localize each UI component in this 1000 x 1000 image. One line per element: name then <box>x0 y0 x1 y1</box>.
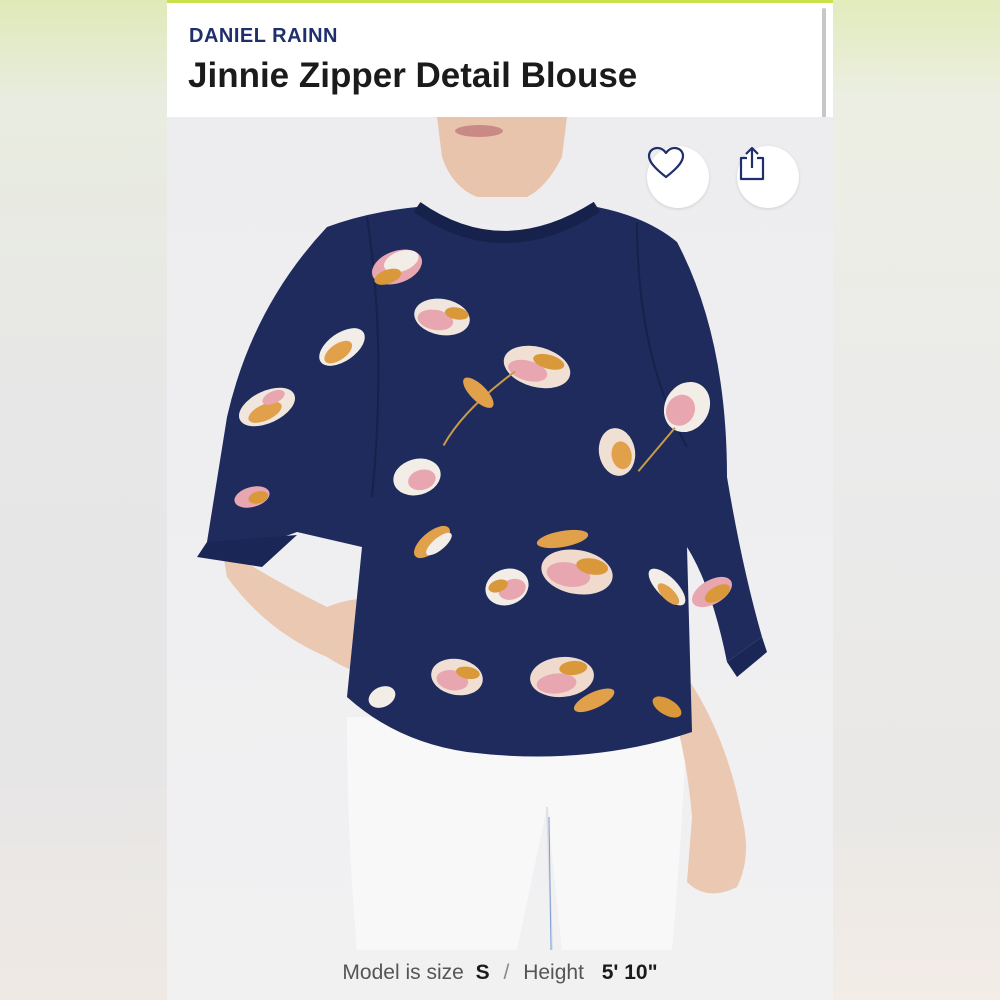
share-button[interactable] <box>737 146 799 208</box>
heart-outline-icon <box>647 146 685 179</box>
background-left <box>0 0 167 1000</box>
share-icon <box>739 146 765 181</box>
product-header: DANIEL RAINN Jinnie Zipper Detail Blouse <box>167 3 833 117</box>
product-photo[interactable] <box>167 117 833 950</box>
model-size-value: S <box>475 961 490 984</box>
model-illustration <box>197 117 767 950</box>
background-right <box>833 0 1000 1000</box>
height-label: Height <box>523 961 584 984</box>
favorite-button[interactable] <box>647 146 709 208</box>
model-size-label: Model is size <box>342 961 464 984</box>
brand-name[interactable]: DANIEL RAINN <box>189 25 338 48</box>
caption-separator: / <box>503 961 510 984</box>
height-value: 5' 10" <box>601 961 658 984</box>
model-info-caption: Model is size S / Height 5' 10" <box>167 950 833 1000</box>
product-screen: DANIEL RAINN Jinnie Zipper Detail Blouse <box>167 0 833 1000</box>
product-title: Jinnie Zipper Detail Blouse <box>188 56 638 95</box>
